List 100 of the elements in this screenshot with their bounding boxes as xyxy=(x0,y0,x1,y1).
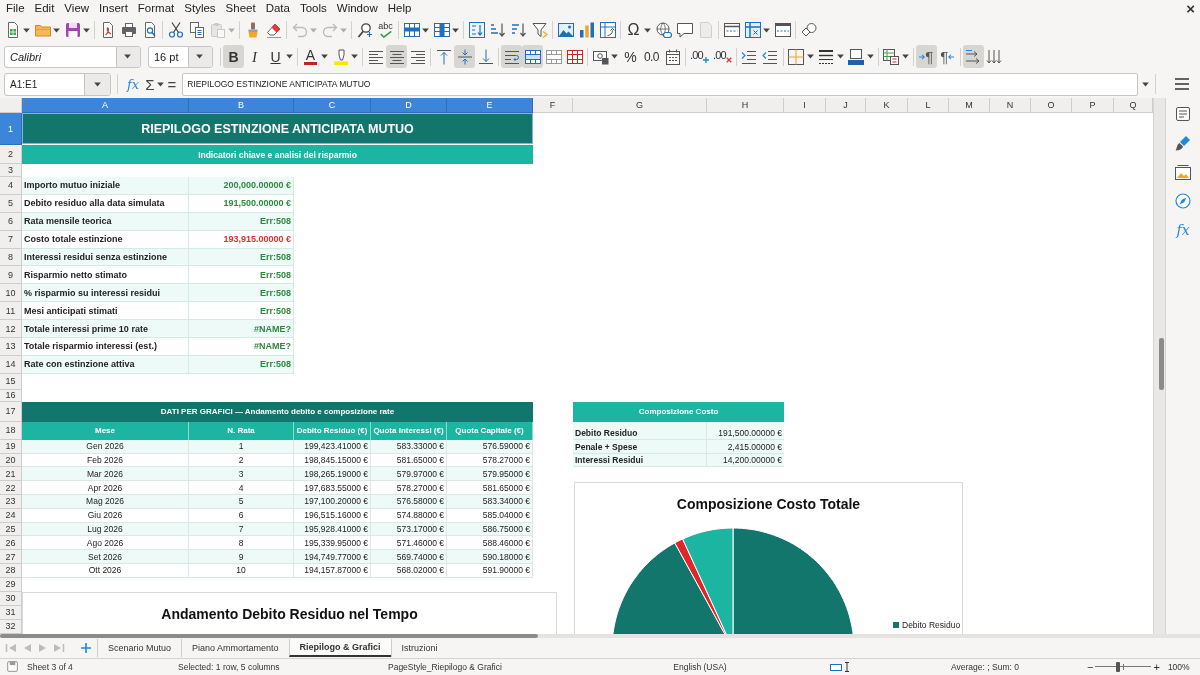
zoom-percent[interactable]: 100% xyxy=(1167,659,1190,674)
number-format-button[interactable]: 0.0 xyxy=(641,45,662,68)
column-header[interactable]: L xyxy=(908,98,949,113)
bold-button[interactable]: B xyxy=(223,45,244,68)
menu-item[interactable]: Styles xyxy=(179,0,221,17)
row-header[interactable]: 4 xyxy=(0,177,22,195)
column-header[interactable]: F xyxy=(533,98,573,113)
brush-icon[interactable] xyxy=(1175,135,1191,151)
merge-center-button[interactable] xyxy=(522,45,543,68)
scissors-icon[interactable] xyxy=(167,22,184,38)
menu-item[interactable]: View xyxy=(59,0,95,17)
text-direction-button[interactable] xyxy=(962,45,984,68)
row-header[interactable]: 10 xyxy=(0,284,22,303)
column-header[interactable]: J xyxy=(826,98,866,113)
row-header[interactable]: 21 xyxy=(0,467,22,482)
caret-icon[interactable] xyxy=(452,27,459,33)
copy-icon[interactable] xyxy=(188,22,205,38)
sort-ascending-icon[interactable] xyxy=(489,22,506,38)
column-header[interactable]: N xyxy=(990,98,1031,113)
column-header[interactable]: B xyxy=(189,98,294,113)
wrap-text-button[interactable] xyxy=(501,45,522,68)
row-header[interactable]: 3 xyxy=(0,164,22,177)
caret-icon[interactable] xyxy=(1142,81,1149,87)
menu-item[interactable]: Data xyxy=(260,0,295,17)
delete-decimal-button[interactable]: .00 xyxy=(710,45,734,68)
caret-icon[interactable] xyxy=(157,81,165,87)
sheet-tab[interactable]: Scenario Mutuo xyxy=(97,639,182,657)
column-header[interactable]: Q xyxy=(1114,98,1153,113)
underline-button[interactable]: U xyxy=(265,45,286,68)
pivot-table-icon[interactable] xyxy=(599,22,616,38)
column-header[interactable]: E xyxy=(447,98,533,113)
column-header[interactable]: H xyxy=(707,98,784,113)
row-header[interactable]: 9 xyxy=(0,266,22,285)
globe-link-icon[interactable] xyxy=(655,22,672,38)
caret-icon[interactable] xyxy=(866,54,874,59)
menu-item[interactable]: Tools xyxy=(294,0,332,17)
horizontal-scrollbar[interactable] xyxy=(0,634,1200,638)
selection-mode-icon[interactable] xyxy=(830,661,850,672)
printer-icon[interactable] xyxy=(120,22,137,38)
formula-input[interactable]: RIEPILOGO ESTINZIONE ANTICIPATA MUTUO xyxy=(182,72,1138,96)
caret-icon[interactable] xyxy=(422,27,429,33)
sheet-tab[interactable]: Piano Ammortamento xyxy=(181,639,289,657)
caret-icon[interactable] xyxy=(286,54,293,59)
column-header[interactable]: I xyxy=(784,98,826,113)
zoom-out-button[interactable]: − xyxy=(1085,660,1096,673)
menu-item[interactable]: Edit xyxy=(29,0,60,17)
sum-button[interactable]: Σ xyxy=(142,73,158,95)
caret-icon[interactable] xyxy=(23,27,30,33)
funnel-icon[interactable] xyxy=(531,22,548,38)
caret-icon[interactable] xyxy=(83,27,90,33)
align-center-button[interactable] xyxy=(386,45,407,68)
row-header[interactable]: 22 xyxy=(0,481,22,495)
find-replace-icon[interactable] xyxy=(356,22,373,38)
table-rows-icon[interactable] xyxy=(403,22,420,38)
column-header[interactable]: D xyxy=(371,98,447,113)
italic-button[interactable]: I xyxy=(244,45,265,68)
caret-icon[interactable] xyxy=(836,54,844,59)
plus-icon[interactable] xyxy=(81,643,91,653)
spelling-button[interactable]: abc xyxy=(375,18,396,42)
column-header[interactable]: C xyxy=(294,98,371,113)
caret-icon[interactable] xyxy=(763,27,770,33)
menu-icon[interactable] xyxy=(1175,78,1189,90)
menu-item[interactable]: Sheet xyxy=(220,0,261,17)
properties-panel-icon[interactable] xyxy=(1175,106,1191,122)
right-to-left-button[interactable]: ¶ xyxy=(936,45,958,68)
font-size-field[interactable]: 16 pt xyxy=(148,45,213,68)
formula-button[interactable]: = xyxy=(164,73,180,95)
column-header[interactable]: M xyxy=(949,98,990,113)
caret-icon[interactable] xyxy=(53,27,60,33)
menu-item[interactable]: Help xyxy=(382,0,417,17)
slider-thumb[interactable] xyxy=(1115,661,1120,672)
row-header[interactable]: 12 xyxy=(0,320,22,338)
menu-item[interactable]: File xyxy=(1,0,30,17)
caret-icon[interactable] xyxy=(644,27,651,33)
font-color-button[interactable]: A xyxy=(300,45,321,68)
scrollbar-thumb[interactable] xyxy=(1159,338,1164,390)
bar-chart-icon[interactable] xyxy=(578,22,595,38)
page-style-label[interactable]: PageStyle_Riepilogo & Grafici xyxy=(388,661,502,672)
menu-item[interactable]: Window xyxy=(331,0,383,17)
row-header[interactable]: 26 xyxy=(0,536,22,551)
row-header[interactable]: 27 xyxy=(0,550,22,564)
percent-format-button[interactable]: % xyxy=(620,45,641,68)
column-header[interactable]: P xyxy=(1072,98,1114,113)
caret-icon[interactable] xyxy=(321,54,328,59)
special-character-button[interactable]: Ω xyxy=(623,18,644,42)
row-header[interactable]: 17 xyxy=(0,401,22,422)
row-header[interactable]: 1 xyxy=(0,113,22,145)
language-label[interactable]: English (USA) xyxy=(673,661,727,672)
sum-label[interactable]: Average: ; Sum: 0 xyxy=(951,661,1019,672)
caret-icon[interactable] xyxy=(351,54,358,59)
sort-descending-icon[interactable] xyxy=(510,22,527,38)
freeze-panes-icon[interactable] xyxy=(744,22,761,38)
font-name-field[interactable]: Calibri xyxy=(4,45,141,68)
close-button[interactable]: × xyxy=(1181,0,1200,17)
column-header[interactable]: A xyxy=(22,98,189,113)
split-window-icon[interactable] xyxy=(774,22,791,38)
name-box[interactable]: A1:E1 xyxy=(4,72,111,96)
image-gallery-icon[interactable] xyxy=(1175,164,1191,180)
print-area-icon[interactable] xyxy=(723,22,740,38)
add-decimal-button[interactable]: .00 xyxy=(688,45,711,68)
